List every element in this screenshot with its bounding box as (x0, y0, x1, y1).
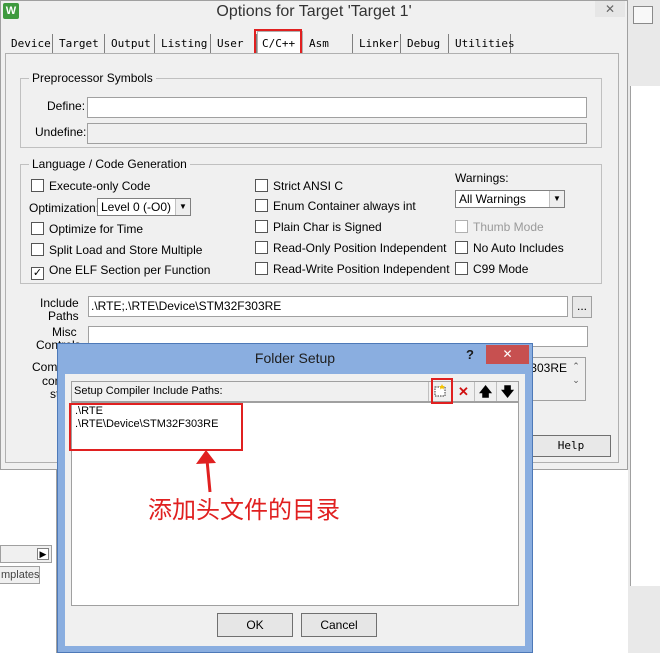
include-browse-button[interactable]: ... (572, 296, 592, 318)
language-legend: Language / Code Generation (29, 157, 190, 171)
thumb-mode-checkbox[interactable]: Thumb Mode (455, 220, 544, 234)
scroll-right-icon[interactable]: ▶ (37, 548, 49, 560)
tab-device[interactable]: Device (7, 34, 53, 53)
annotation-arrow (196, 450, 216, 493)
optimization-select[interactable]: Level 0 (-O0) ▼ (97, 198, 191, 216)
rw-pos-checkbox[interactable]: Read-Write Position Independent (255, 262, 450, 276)
optimize-time-label: Optimize for Time (49, 222, 144, 236)
folder-title-bar[interactable]: Folder Setup ? ✕ (58, 344, 532, 374)
plain-char-checkbox[interactable]: Plain Char is Signed (255, 220, 382, 234)
execute-only-checkbox[interactable]: Execute-only Code (31, 179, 150, 193)
define-input[interactable] (87, 97, 587, 118)
execute-only-label: Execute-only Code (49, 179, 151, 193)
new-button-highlight (431, 378, 453, 404)
move-up-icon[interactable]: 🡅 (474, 382, 496, 401)
tab-debug[interactable]: Debug (403, 34, 449, 53)
paths-highlight (69, 403, 243, 451)
options-title: Options for Target 'Target 1' (216, 3, 412, 20)
compiler-control-text: 303RE (530, 361, 567, 375)
split-load-label: Split Load and Store Multiple (49, 243, 203, 257)
compiler-scroll[interactable]: ⌃ ⌄ (570, 359, 582, 387)
delete-icon[interactable]: ✕ (452, 382, 474, 401)
options-title-bar[interactable]: W Options for Target 'Target 1' ✕ (1, 1, 627, 27)
include-label-2: Paths (48, 309, 79, 323)
ro-pos-checkbox[interactable]: Read-Only Position Independent (255, 241, 446, 255)
tab-user[interactable]: User (213, 34, 257, 53)
warnings-value: All Warnings (459, 192, 526, 206)
include-label-1: Include (40, 296, 79, 310)
include-paths-input[interactable]: .\RTE;.\RTE\Device\STM32F303RE (88, 296, 568, 317)
undefine-input[interactable] (87, 123, 587, 144)
strict-ansi-label: Strict ANSI C (273, 179, 344, 193)
ok-button[interactable]: OK (217, 613, 293, 637)
rw-pos-label: Read-Write Position Independent (273, 262, 450, 276)
enum-container-label: Enum Container always int (273, 199, 416, 213)
one-elf-checkbox[interactable]: ✓ One ELF Section per Function (31, 264, 210, 280)
horizontal-scrollbar[interactable]: ▶ (0, 545, 52, 563)
split-load-checkbox[interactable]: Split Load and Store Multiple (31, 243, 202, 257)
folder-help-button[interactable]: ? (466, 347, 474, 362)
plain-char-label: Plain Char is Signed (273, 220, 382, 234)
optimization-label: Optimization: (29, 201, 100, 215)
misc-label-1: Misc (52, 325, 77, 339)
panel-icon[interactable] (633, 6, 653, 24)
c99-mode-label: C99 Mode (473, 262, 529, 276)
tab-utilities[interactable]: Utilities (451, 34, 515, 53)
no-auto-includes-checkbox[interactable]: No Auto Includes (455, 241, 564, 255)
no-auto-includes-label: No Auto Includes (473, 241, 564, 255)
ide-right-panel (628, 0, 660, 653)
dropdown-arrow-icon[interactable]: ▼ (175, 199, 190, 215)
dropdown-arrow-icon[interactable]: ▼ (549, 191, 564, 207)
tab-linker[interactable]: Linker (355, 34, 401, 53)
strict-ansi-checkbox[interactable]: Strict ANSI C (255, 179, 343, 193)
folder-title: Folder Setup (254, 350, 336, 366)
define-label: Define: (47, 99, 86, 113)
warnings-select[interactable]: All Warnings ▼ (455, 190, 565, 208)
move-down-icon[interactable]: 🡇 (496, 382, 518, 401)
tab-highlight-box (254, 29, 302, 55)
templates-tab[interactable]: mplates (0, 566, 40, 584)
warnings-label: Warnings: (455, 171, 509, 185)
thumb-mode-label: Thumb Mode (473, 220, 544, 234)
preprocessor-legend: Preprocessor Symbols (29, 71, 156, 85)
folder-close-button[interactable]: ✕ (486, 345, 529, 364)
optimize-time-checkbox[interactable]: Optimize for Time (31, 222, 143, 236)
tab-asm[interactable]: Asm (305, 34, 353, 53)
preprocessor-group: Preprocessor Symbols Define: Undefine: (20, 71, 602, 148)
include-paths-header-label: Setup Compiler Include Paths: (74, 385, 223, 397)
annotation-text: 添加头文件的目录 (148, 496, 340, 524)
one-elf-label: One ELF Section per Function (49, 263, 211, 277)
editor-area (630, 86, 660, 586)
tab-listing[interactable]: Listing (157, 34, 211, 53)
c99-mode-checkbox[interactable]: C99 Mode (455, 262, 528, 276)
ro-pos-label: Read-Only Position Independent (273, 241, 447, 255)
optimization-value: Level 0 (-O0) (101, 200, 172, 214)
tab-output[interactable]: Output (107, 34, 155, 53)
help-button[interactable]: Help (531, 435, 611, 457)
close-button[interactable]: ✕ (595, 1, 625, 17)
language-group: Language / Code Generation Execute-only … (20, 157, 602, 284)
checkmark-icon: ✓ (31, 267, 44, 280)
undefine-label: Undefine: (35, 125, 87, 139)
enum-container-checkbox[interactable]: Enum Container always int (255, 199, 416, 213)
cancel-button[interactable]: Cancel (301, 613, 377, 637)
tab-target[interactable]: Target (55, 34, 105, 53)
